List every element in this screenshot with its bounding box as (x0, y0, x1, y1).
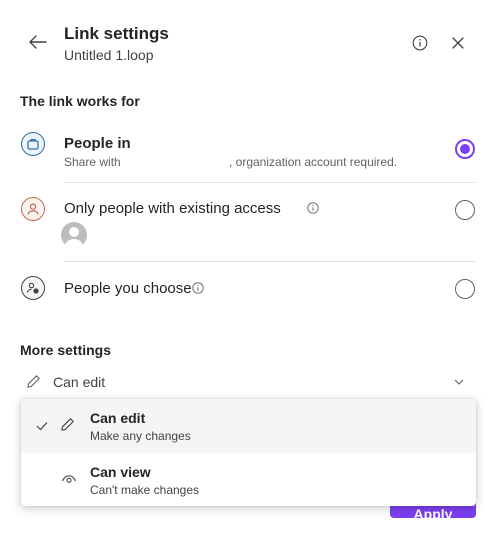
pencil-icon (61, 418, 74, 431)
menu-item-title: Can view (90, 464, 151, 480)
option-existing-access[interactable]: Only people with existing access (0, 183, 499, 261)
pencil-icon (27, 375, 40, 388)
close-button[interactable] (447, 32, 469, 54)
menu-item-title: Can edit (90, 410, 146, 426)
option-title: People in (64, 135, 131, 152)
info-icon[interactable] (306, 201, 320, 215)
info-icon (412, 35, 428, 51)
menu-item-can-view[interactable]: Can view Can't make changes (21, 453, 476, 507)
radio-unselected[interactable] (455, 200, 475, 220)
building-icon (21, 132, 45, 156)
more-settings-heading: More settings (20, 342, 112, 358)
option-description-right: , organization account required. (229, 155, 398, 169)
menu-item-description: Make any changes (90, 429, 191, 443)
option-title: People you choose (64, 280, 192, 297)
apply-label: Apply (413, 506, 453, 518)
permission-dropdown[interactable]: Can edit (20, 368, 476, 396)
avatar (61, 222, 87, 248)
menu-item-can-edit[interactable]: Can edit Make any changes (21, 399, 476, 453)
option-description-left: Share with (64, 155, 121, 169)
option-people-in-org[interactable]: People in Share with , organization acco… (0, 122, 499, 182)
file-name: Untitled 1.loop (64, 47, 154, 63)
people-settings-icon (21, 276, 45, 300)
checkmark-icon (36, 422, 48, 431)
radio-selected[interactable] (455, 139, 475, 159)
option-people-you-choose[interactable]: People you choose (0, 262, 499, 314)
close-icon (452, 37, 464, 49)
permission-menu: Can edit Make any changes Can view Can't… (21, 399, 476, 506)
option-title: Only people with existing access (64, 200, 281, 217)
permission-value: Can edit (53, 374, 106, 390)
info-button[interactable] (409, 32, 431, 54)
arrow-left-icon (29, 35, 47, 49)
back-button[interactable] (26, 30, 50, 54)
chevron-down-icon (454, 379, 464, 385)
dialog-title: Link settings (64, 24, 169, 43)
person-icon (21, 197, 45, 221)
eye-icon (61, 475, 77, 483)
link-works-for-heading: The link works for (20, 93, 140, 109)
menu-item-description: Can't make changes (90, 483, 200, 497)
radio-unselected[interactable] (455, 279, 475, 299)
info-icon[interactable] (191, 281, 205, 295)
